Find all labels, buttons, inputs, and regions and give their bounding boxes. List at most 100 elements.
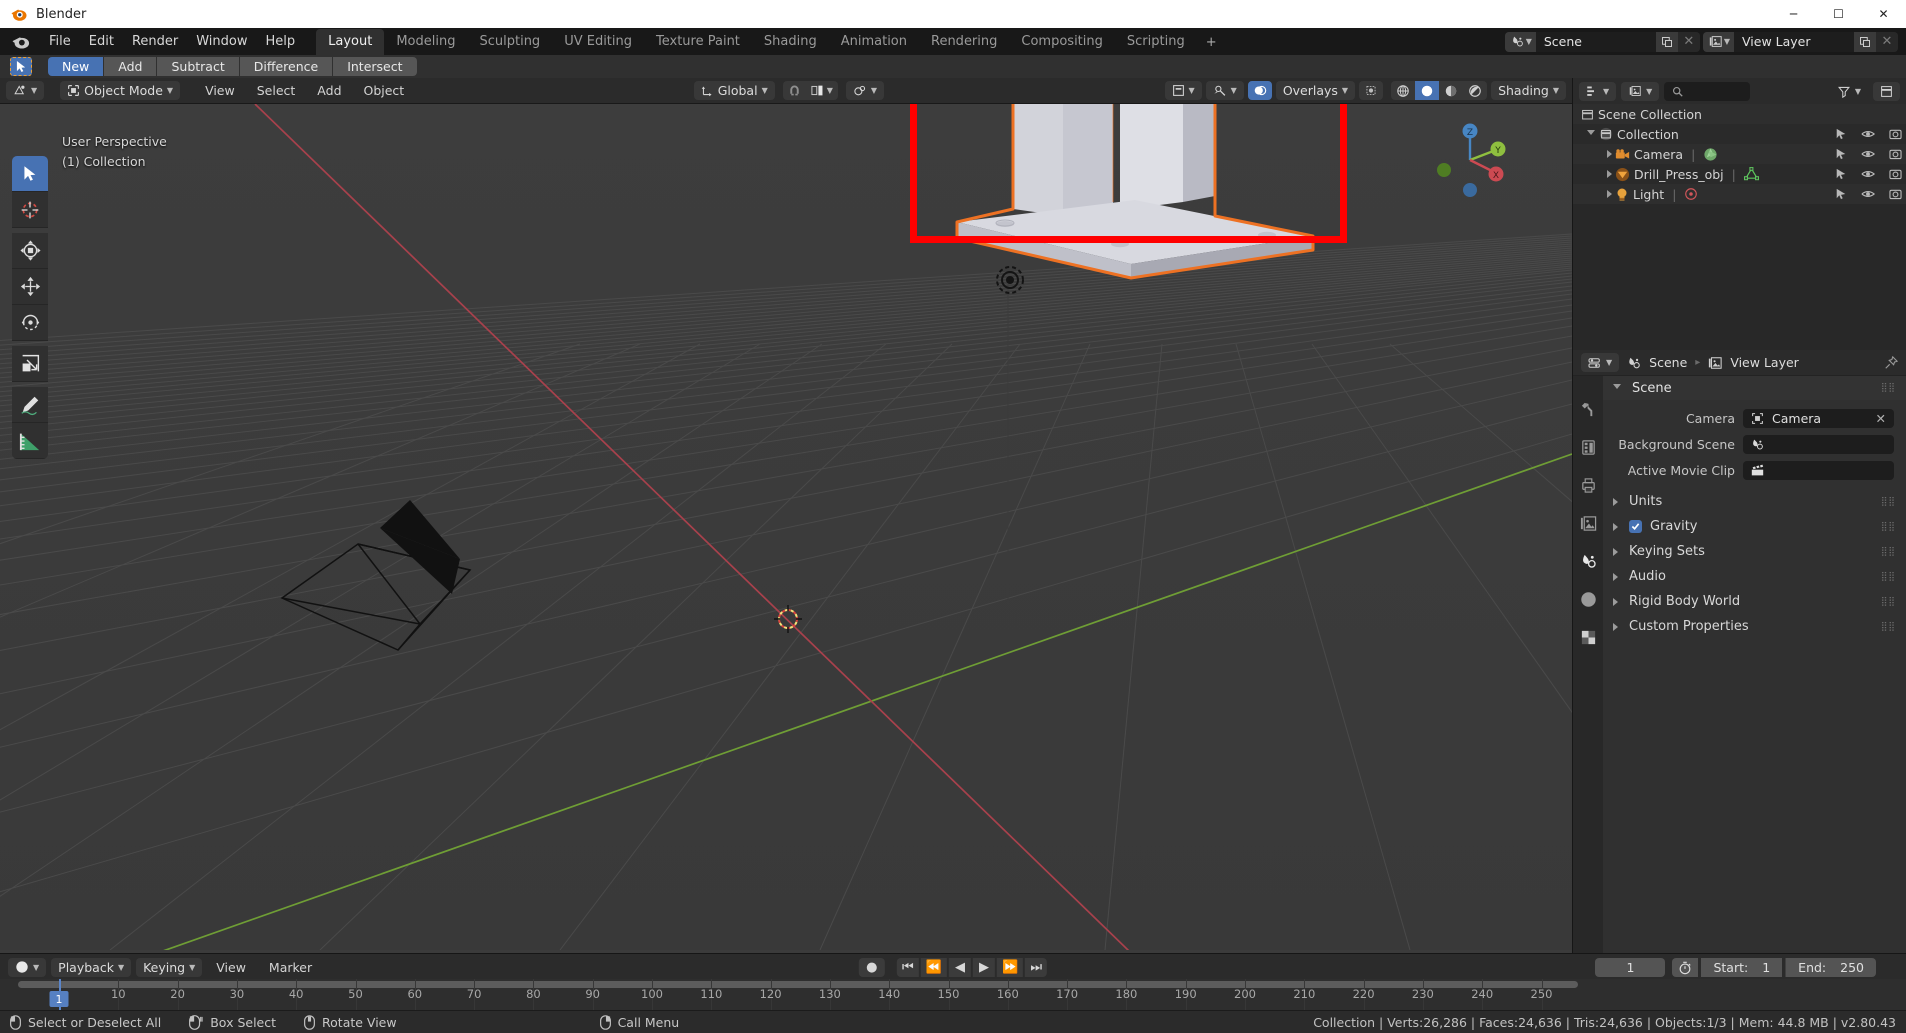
texture-tab[interactable]	[1577, 626, 1599, 648]
measure-tool[interactable]	[12, 423, 48, 459]
tweak-select-tool[interactable]	[12, 156, 48, 192]
current-frame-field[interactable]: 1	[1595, 958, 1666, 977]
outliner-row-drill-press-obj[interactable]: Drill_Press_obj |	[1573, 164, 1906, 184]
view-layer-selector[interactable]: ▼ View Layer ✕	[1702, 31, 1898, 52]
boolean-mode-add[interactable]: Add	[104, 57, 158, 76]
outliner-row-scene-collection[interactable]: Scene Collection	[1573, 104, 1906, 124]
new-scene-button[interactable]	[1655, 31, 1678, 52]
object-mode-dropdown[interactable]: Object Mode ▼	[60, 81, 181, 100]
chevron-right-icon[interactable]	[1607, 190, 1612, 198]
panel-custom-properties-header[interactable]: Custom Properties ⣿⣿	[1603, 614, 1906, 639]
close-button[interactable]: ✕	[1861, 0, 1906, 28]
menu-window[interactable]: Window	[187, 31, 256, 52]
selected-object-drill-press[interactable]	[895, 104, 1395, 294]
magnet-icon[interactable]	[783, 81, 806, 100]
world-tab[interactable]	[1577, 588, 1599, 610]
play-reverse-button[interactable]: ◀	[949, 958, 971, 977]
overlays-toggle-button[interactable]	[1247, 81, 1272, 100]
select-arrow-icon[interactable]	[1835, 148, 1847, 160]
visibility-eye-icon[interactable]	[1861, 148, 1875, 160]
outliner-editor-type-button[interactable]: ▼	[1579, 81, 1617, 101]
jump-end-button[interactable]: ⏭	[1025, 958, 1048, 977]
menu-edit[interactable]: Edit	[80, 31, 123, 52]
play-button[interactable]: ▶	[973, 958, 995, 977]
tab-shading[interactable]: Shading	[752, 29, 829, 55]
chevron-right-icon[interactable]	[1607, 150, 1612, 158]
stopwatch-icon[interactable]	[1672, 958, 1699, 977]
camera-data-icon[interactable]	[1703, 147, 1718, 162]
output-tab[interactable]	[1577, 474, 1599, 496]
shading-dropdown[interactable]: Shading ▼	[1491, 81, 1567, 100]
view-layer-name[interactable]: View Layer	[1734, 31, 1854, 52]
shading-wireframe-button[interactable]	[1391, 81, 1415, 100]
tab-modeling[interactable]: Modeling	[384, 29, 467, 55]
menu-file[interactable]: File	[40, 31, 80, 52]
panel-units-header[interactable]: Units ⣿⣿	[1603, 489, 1906, 514]
light-object-gizmo[interactable]	[987, 257, 1033, 303]
view-layer-tab[interactable]	[1577, 512, 1599, 534]
tab-sculpting[interactable]: Sculpting	[467, 29, 552, 55]
menu-help[interactable]: Help	[257, 31, 305, 52]
unlink-scene-button[interactable]: ✕	[1677, 31, 1700, 52]
render-tab[interactable]	[1577, 436, 1599, 458]
transform-orientation-dropdown[interactable]: Global ▼	[693, 81, 775, 100]
properties-editor-type-button[interactable]: ▼	[1581, 353, 1620, 372]
timeline-horizontal-scrollbar[interactable]	[18, 981, 1578, 988]
visibility-eye-icon[interactable]	[1861, 168, 1875, 180]
shading-rendered-button[interactable]	[1463, 81, 1487, 100]
tab-uv-editing[interactable]: UV Editing	[552, 29, 644, 55]
move-arrows-tool[interactable]	[12, 269, 48, 305]
render-camera-icon[interactable]	[1889, 128, 1902, 140]
blender-menu-logo-icon[interactable]	[10, 33, 32, 51]
jump-start-button[interactable]: ⏮	[896, 958, 919, 977]
tab-texture-paint[interactable]: Texture Paint	[644, 29, 752, 55]
outliner-filter-button[interactable]: ▼	[1830, 82, 1868, 101]
visibility-eye-icon[interactable]	[1861, 128, 1875, 140]
prev-keyframe-button[interactable]: ⏪	[920, 958, 947, 977]
timeline-menu-keying[interactable]: Keying ▼	[136, 957, 203, 977]
outliner-row-light[interactable]: Light |	[1573, 184, 1906, 204]
menu-render[interactable]: Render	[123, 31, 187, 52]
outliner-search-input[interactable]	[1664, 81, 1751, 101]
editor-type-button[interactable]: ▼	[6, 81, 45, 100]
chevron-right-icon[interactable]	[1607, 170, 1612, 178]
timeline-ruler[interactable]: 10 20 30 40 50 60 70 80 90 100 110 120 130 140 150 160 1…	[0, 979, 1906, 1010]
view-layer-icon[interactable]: ▼	[1702, 31, 1734, 52]
tab-layout[interactable]: Layout	[316, 29, 385, 55]
maximize-button[interactable]: ☐	[1816, 0, 1861, 28]
timeline-editor-type-button[interactable]: ▼	[8, 957, 47, 977]
viewport-menu-add[interactable]: Add	[308, 81, 350, 100]
viewport-menu-object[interactable]: Object	[355, 81, 414, 100]
cursor-tool[interactable]	[12, 192, 48, 228]
viewport-menu-view[interactable]: View	[196, 81, 244, 100]
select-arrow-icon[interactable]	[1835, 168, 1847, 180]
active-movie-clip-field[interactable]	[1743, 460, 1894, 480]
pin-icon[interactable]	[1884, 355, 1898, 370]
scale-tool[interactable]	[12, 346, 48, 382]
tab-compositing[interactable]: Compositing	[1009, 29, 1115, 55]
remove-view-layer-button[interactable]: ✕	[1876, 31, 1898, 52]
start-frame-field[interactable]: Start: 1	[1701, 958, 1783, 977]
select-arrow-icon[interactable]	[1835, 188, 1847, 200]
render-camera-icon[interactable]	[1889, 148, 1902, 160]
outliner-row-collection[interactable]: Collection	[1573, 124, 1906, 144]
timeline-menu-view[interactable]: View	[207, 958, 255, 977]
panel-keying-sets-header[interactable]: Keying Sets ⣿⣿	[1603, 539, 1906, 564]
tool-tab[interactable]	[1577, 398, 1599, 420]
panel-gravity-header[interactable]: Gravity ⣿⣿	[1603, 514, 1906, 539]
view-object-types-button[interactable]: ▼	[1164, 81, 1202, 100]
navigation-gizmo[interactable]: Z Y X	[1428, 118, 1512, 202]
outliner-display-mode-button[interactable]: ▼	[1621, 81, 1660, 101]
xray-toggle-button[interactable]	[1359, 81, 1384, 100]
light-data-icon[interactable]	[1684, 187, 1698, 201]
select-arrow-icon[interactable]	[1835, 128, 1847, 140]
minimize-button[interactable]: ─	[1771, 0, 1816, 28]
move-tool[interactable]	[12, 233, 48, 269]
mesh-data-icon[interactable]	[1743, 167, 1759, 181]
tab-scripting[interactable]: Scripting	[1115, 29, 1197, 55]
boolean-mode-new[interactable]: New	[48, 57, 105, 76]
record-button[interactable]: ●	[858, 958, 885, 977]
gravity-checkbox[interactable]	[1629, 520, 1642, 533]
visibility-eye-icon[interactable]	[1861, 188, 1875, 200]
shading-solid-button[interactable]	[1415, 81, 1440, 100]
